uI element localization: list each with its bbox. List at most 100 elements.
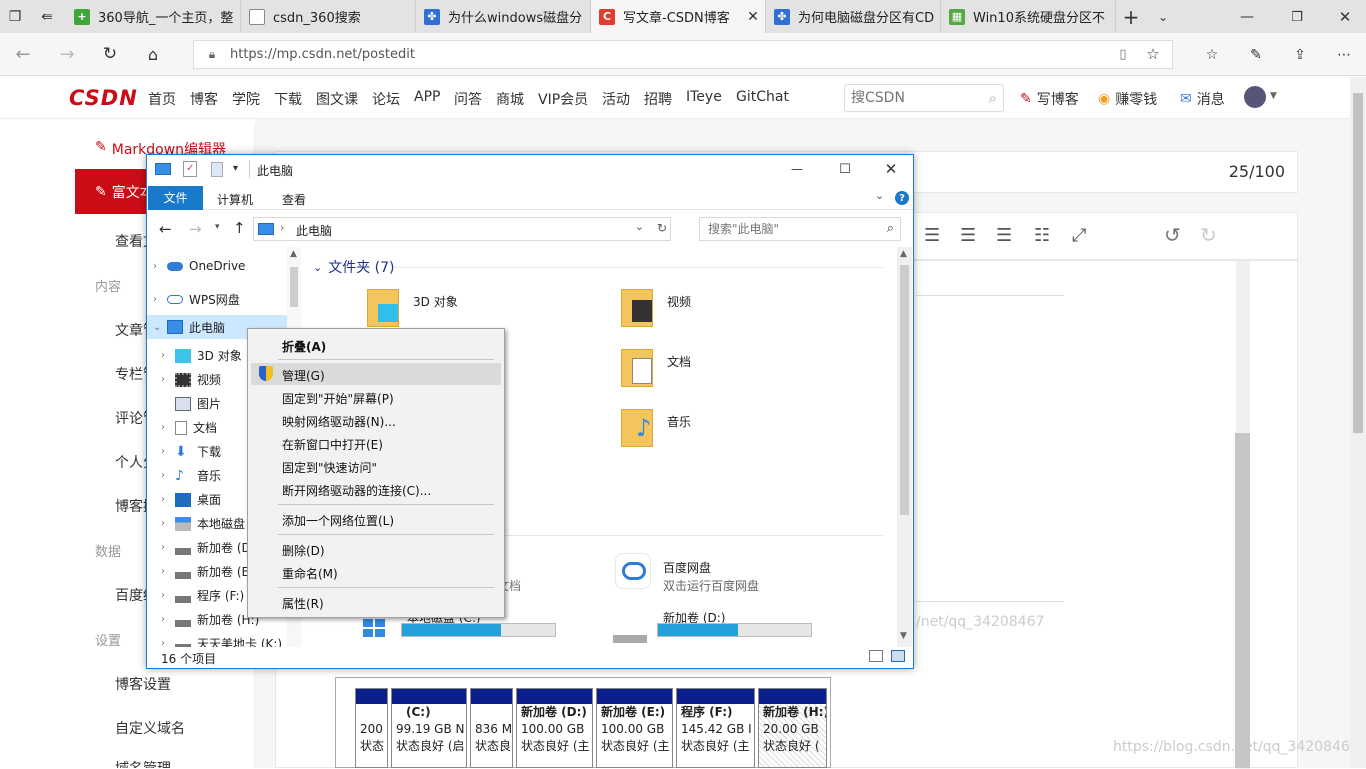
tree-item-video[interactable]: › 视频 (161, 371, 221, 388)
minimize-icon[interactable]: — (787, 159, 807, 179)
help-icon[interactable]: ? (895, 191, 909, 205)
restore-icon[interactable]: ❐ (1286, 6, 1308, 28)
nav-mall[interactable]: 商城 (496, 89, 524, 109)
nav-course[interactable]: 图文课 (316, 89, 358, 109)
menu-item-delete[interactable]: 删除(D) (282, 542, 325, 559)
ribbon-tab-file[interactable]: 文件 (148, 186, 203, 210)
chevron-down-icon[interactable]: ⌄ (875, 189, 884, 202)
properties-icon[interactable]: ✓ (183, 161, 197, 177)
menu-item-add-network-location[interactable]: 添加一个网络位置(L) (282, 512, 394, 529)
nav-blog[interactable]: 博客 (190, 89, 218, 109)
scroll-up-icon[interactable]: ▲ (900, 249, 907, 259)
nav-events[interactable]: 活动 (602, 89, 630, 109)
home-icon[interactable]: ⌂ (142, 43, 164, 65)
avatar[interactable] (1244, 86, 1266, 108)
redo-icon[interactable]: ↻ (1200, 223, 1217, 247)
align-justify-icon[interactable]: ☰ (960, 225, 976, 246)
customize-toolbar-icon[interactable]: ▾ (233, 163, 238, 174)
tree-item-documents[interactable]: › 文档 (161, 419, 217, 436)
explorer-search-input[interactable] (708, 219, 878, 239)
scroll-up-icon[interactable]: ▲ (290, 249, 297, 259)
tree-item-drive-d[interactable]: › 新加卷 (D:) (161, 539, 259, 556)
nav-app[interactable]: APP (414, 89, 440, 105)
nav-forum[interactable]: 论坛 (372, 89, 400, 109)
earn-money-link[interactable]: ◉ 赚零钱 (1098, 89, 1157, 109)
folder-music[interactable]: ♪ 音乐 (621, 407, 821, 457)
tree-item-drive-h[interactable]: › 新加卷 (H:) (161, 611, 259, 628)
folder-documents[interactable]: 文档 (621, 347, 821, 397)
content-scrollbar[interactable]: ▲ ▼ (897, 247, 912, 647)
folder-video[interactable]: 视频 (621, 287, 821, 337)
menu-item-map-drive[interactable]: 映射网络驱动器(N)... (282, 413, 396, 430)
tab-csdn-write[interactable]: C 写文章-CSDN博客 ✕ (591, 0, 766, 33)
align-center-icon[interactable]: ☰ (924, 225, 940, 246)
refresh-icon[interactable]: ↻ (99, 43, 121, 65)
disk-partition[interactable]: (C:) 99.19 GB N 状态良好 (启 (391, 688, 467, 768)
menu-item-pin-start[interactable]: 固定到"开始"屏幕(P) (282, 390, 394, 407)
page-scroll-thumb[interactable] (1353, 93, 1363, 433)
up-icon[interactable]: ↑ (233, 219, 246, 237)
tree-item-3d[interactable]: › 3D 对象 (161, 347, 242, 364)
disk-partition[interactable]: 程序 (F:) 145.42 GB I 状态良好 (主 (676, 688, 755, 768)
disk-partition[interactable]: 新加卷 (E:) 100.00 GB 状态良好 (主 (596, 688, 673, 768)
tab-win10-partition[interactable]: ▦ Win10系统硬盘分区不 (941, 0, 1116, 33)
disk-partition[interactable]: 新加卷 (D:) 100.00 GB 状态良好 (主 (516, 688, 593, 768)
recent-locations-icon[interactable]: ▾ (215, 222, 220, 232)
tab-actions-icon[interactable]: ❐ (6, 8, 24, 26)
search-icon[interactable]: ⌕ (989, 89, 997, 107)
fullscreen-icon[interactable]: ⤢ (1072, 225, 1086, 246)
menu-item-disconnect-drive[interactable]: 断开网络驱动器的连接(C)... (282, 482, 431, 499)
disk-partition[interactable]: 200 状态 (355, 688, 388, 768)
back-icon[interactable]: ← (12, 43, 34, 65)
nav-vip[interactable]: VIP会员 (538, 89, 588, 109)
page-scrollbar[interactable] (1350, 77, 1366, 768)
details-view-icon[interactable] (869, 650, 883, 662)
chevron-down-icon[interactable]: ⌄ (635, 220, 644, 233)
nav-gitchat[interactable]: GitChat (736, 89, 789, 105)
chevron-down-icon[interactable]: ⌄ (1152, 6, 1174, 28)
menu-item-manage[interactable]: 管理(G) (282, 367, 325, 384)
menu-item-collapse[interactable]: 折叠(A) (282, 338, 326, 355)
write-blog-link[interactable]: ✎ 写博客 (1020, 89, 1079, 109)
sidebar-item-more[interactable]: 域名管理 (115, 758, 171, 768)
nav-jobs[interactable]: 招聘 (644, 89, 672, 109)
path-box[interactable]: › 此电脑 ⌄ ↻ (253, 217, 671, 241)
tree-item-drive-f[interactable]: › 程序 (F:) (161, 587, 244, 604)
menu-item-rename[interactable]: 重命名(M) (282, 565, 338, 582)
folders-group-header[interactable]: ⌄ 文件夹 (7) (313, 257, 395, 277)
refresh-icon[interactable]: ↻ (657, 221, 667, 235)
forward-icon[interactable]: → (56, 43, 78, 65)
messages-link[interactable]: ✉ 消息 (1180, 89, 1225, 109)
favorites-list-icon[interactable]: ☆ (1202, 45, 1222, 65)
drive-d-item[interactable]: 新加卷 (D:) (613, 607, 833, 647)
ribbon-tab-view[interactable]: 查看 (282, 191, 306, 208)
tree-item-drive-e[interactable]: › 新加卷 (E:) (161, 563, 258, 580)
url-field[interactable]: 🔒︎ https://mp.csdn.net/postedit ▯ ☆ (193, 40, 1173, 69)
baidu-netdisk-item[interactable]: 百度网盘 双击运行百度网盘 (613, 551, 873, 597)
tab-disk-partition[interactable]: ✤ 为何电脑磁盘分区有CD (766, 0, 941, 33)
favorite-star-icon[interactable]: ☆ (1144, 45, 1162, 63)
nav-qa[interactable]: 问答 (454, 89, 482, 109)
menu-item-properties[interactable]: 属性(R) (282, 595, 324, 612)
explorer-search-box[interactable]: ⌕ (699, 217, 901, 241)
tab-360-home[interactable]: + 360导航_一个主页，整 (66, 0, 241, 33)
tree-item-wps[interactable]: › WPS网盘 (153, 291, 240, 308)
new-tab-icon[interactable]: + (1120, 5, 1142, 29)
forward-icon[interactable]: → (189, 220, 202, 238)
tab-csdn-search[interactable]: csdn_360搜索 (241, 0, 416, 33)
tab-windows-disk[interactable]: ✤ 为什么windows磁盘分 (416, 0, 591, 33)
csdn-logo[interactable]: CSDN (69, 86, 138, 110)
tree-item-pictures[interactable]: 图片 (161, 395, 221, 412)
indent-icon[interactable]: ☰ (996, 225, 1012, 246)
disk-partition[interactable]: 新加卷 (H:) 20.00 GB 状态良好 ( (758, 688, 827, 768)
tree-item-drive-k[interactable]: › 天天美地卡 (K:) (161, 635, 282, 647)
scroll-down-icon[interactable]: ▼ (900, 631, 907, 641)
menu-item-pin-quick-access[interactable]: 固定到"快速访问" (282, 459, 377, 476)
new-folder-icon[interactable] (211, 162, 223, 177)
nav-academy[interactable]: 学院 (232, 89, 260, 109)
sidebar-item-custom-domain[interactable]: 自定义域名 (115, 718, 185, 738)
list-icon[interactable]: ☷ (1034, 225, 1050, 246)
nav-download[interactable]: 下载 (274, 89, 302, 109)
reading-view-icon[interactable]: ▯ (1114, 45, 1132, 63)
undo-icon[interactable]: ↺ (1164, 223, 1181, 247)
